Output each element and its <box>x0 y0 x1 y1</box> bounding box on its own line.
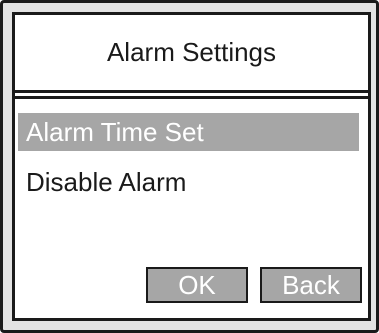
menu-item-label: Disable Alarm <box>26 166 187 197</box>
page-title: Alarm Settings <box>106 36 277 67</box>
menu-item-label: Alarm Time Set <box>26 116 204 147</box>
back-button[interactable]: Back <box>260 267 362 303</box>
alarm-settings-screen: Alarm Settings Alarm Time Set Disable Al… <box>12 12 371 321</box>
title-bar: Alarm Settings <box>15 15 368 87</box>
title-divider-bottom <box>15 96 368 99</box>
menu-item-disable-alarm[interactable]: Disable Alarm <box>18 163 359 201</box>
title-divider-top <box>15 90 368 93</box>
device-frame: Alarm Settings Alarm Time Set Disable Al… <box>0 0 379 333</box>
ok-button[interactable]: OK <box>146 267 248 303</box>
menu-item-alarm-time-set[interactable]: Alarm Time Set <box>18 113 359 151</box>
